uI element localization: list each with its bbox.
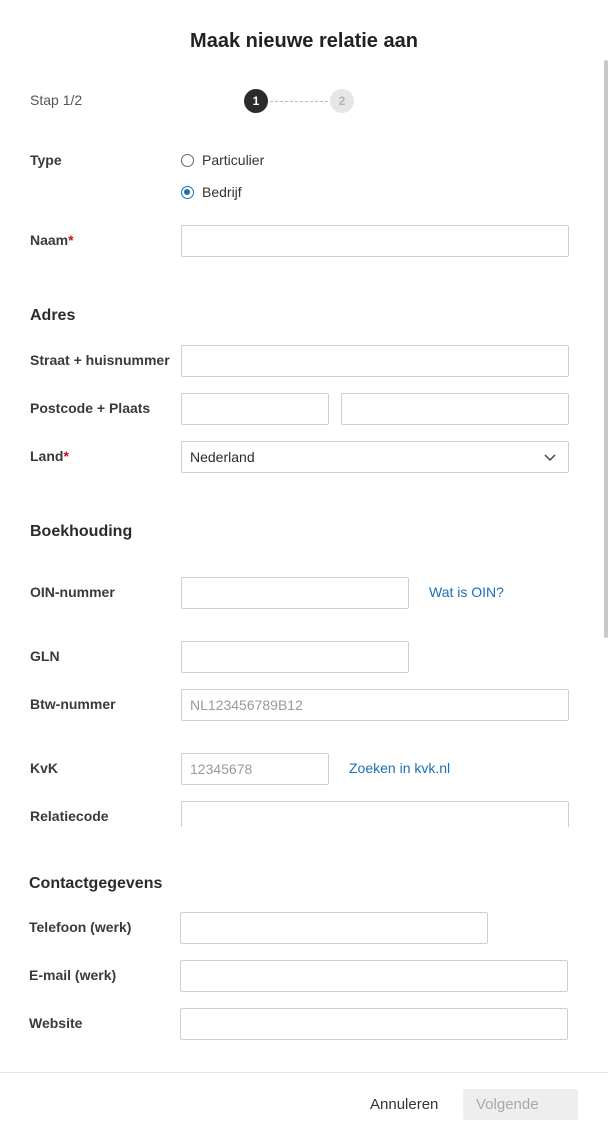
relatiecode-label: Relatiecode — [30, 808, 109, 824]
land-label: Land* — [30, 448, 69, 464]
gln-label: GLN — [30, 648, 60, 664]
radio-bedrijf-label: Bedrijf — [202, 184, 242, 200]
postcode-input[interactable] — [181, 393, 329, 425]
btw-label: Btw-nummer — [30, 696, 116, 712]
email-input[interactable] — [180, 960, 568, 992]
required-mark: * — [63, 448, 69, 464]
contact-section-title: Contactgegevens — [29, 875, 163, 892]
radio-bedrijf[interactable]: Bedrijf — [181, 184, 242, 200]
step-connector — [270, 101, 328, 102]
radio-checked-icon — [181, 185, 194, 199]
oin-input[interactable] — [181, 577, 409, 609]
btw-input[interactable]: NL123456789B12 — [181, 689, 569, 721]
kvk-label: KvK — [30, 760, 59, 776]
boekhouding-section-title: Boekhouding — [30, 523, 133, 540]
step-label: Stap 1/2 — [30, 92, 83, 108]
chevron-down-icon — [544, 454, 556, 462]
step-2-indicator: 2 — [330, 89, 354, 113]
oin-label: OIN-nummer — [30, 584, 115, 600]
straat-input[interactable] — [181, 345, 569, 377]
land-select[interactable]: Nederland — [181, 441, 569, 473]
modal-title: Maak nieuwe relatie aan — [190, 30, 418, 52]
email-label: E-mail (werk) — [29, 967, 117, 983]
radio-unchecked-icon — [181, 153, 194, 167]
telefoon-label: Telefoon (werk) — [29, 919, 132, 935]
next-button[interactable]: Volgende — [463, 1089, 578, 1120]
wat-is-oin-link[interactable]: Wat is OIN? — [429, 584, 504, 600]
straat-label: Straat + huisnummer — [30, 352, 170, 368]
kvk-placeholder: 12345678 — [190, 761, 253, 777]
radio-particulier[interactable]: Particulier — [181, 152, 264, 168]
gln-input[interactable] — [181, 641, 409, 673]
plaats-input[interactable] — [341, 393, 569, 425]
scrollbar-thumb[interactable] — [604, 60, 608, 638]
step-1-indicator: 1 — [244, 89, 268, 113]
btw-placeholder: NL123456789B12 — [190, 697, 303, 713]
scroll-clip-edge — [0, 827, 600, 835]
radio-particulier-label: Particulier — [202, 152, 265, 168]
required-mark: * — [68, 232, 74, 248]
telefoon-input[interactable] — [180, 912, 488, 944]
adres-section-title: Adres — [30, 307, 76, 324]
kvk-input[interactable]: 12345678 — [181, 753, 329, 785]
zoeken-kvk-link[interactable]: Zoeken in kvk.nl — [349, 760, 450, 776]
postcode-plaats-label: Postcode + Plaats — [30, 400, 151, 416]
website-input[interactable] — [180, 1008, 568, 1040]
website-label: Website — [29, 1015, 83, 1031]
type-label: Type — [30, 152, 62, 168]
land-select-value: Nederland — [190, 449, 255, 465]
cancel-button[interactable]: Annuleren — [370, 1096, 438, 1113]
naam-label: Naam* — [30, 232, 74, 248]
naam-input[interactable] — [181, 225, 569, 257]
